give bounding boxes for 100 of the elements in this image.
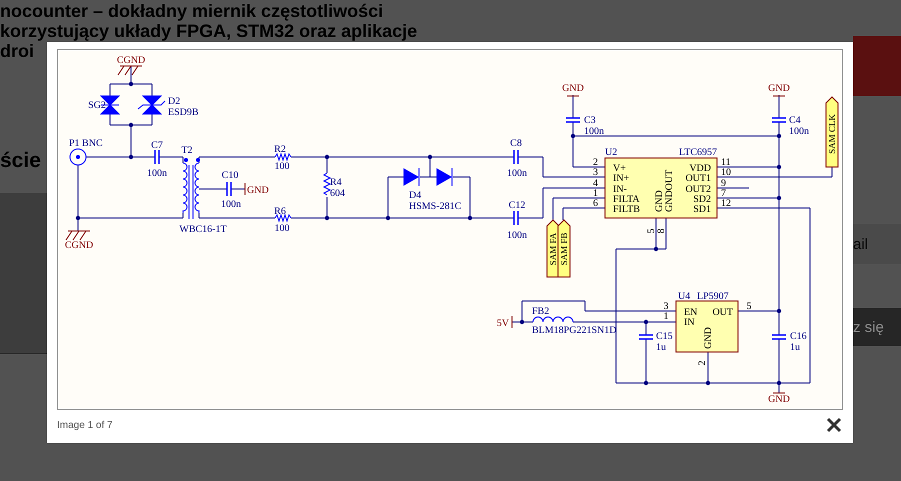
pin-number: 8 (656, 228, 667, 234)
junction-dot (570, 134, 576, 138)
pin-label: EN (684, 307, 698, 318)
power-label: GND (247, 185, 269, 196)
pin-label: IN (684, 317, 695, 328)
component-value: 100n (147, 168, 167, 179)
pin-label: SD2 (693, 194, 711, 205)
resistor-symbol (274, 152, 292, 162)
pin-number: 6 (593, 198, 598, 209)
ground-symbol (118, 66, 142, 76)
junction-dot (776, 196, 782, 200)
article-heading: droi (0, 41, 34, 61)
capacitor-symbol (513, 210, 519, 226)
component-value: 1u (656, 342, 666, 353)
capacitor-symbol (565, 117, 581, 123)
capacitor-symbol (638, 334, 654, 340)
pin-label: VDD (689, 163, 711, 174)
image-counter: Image 1 of 7 (57, 420, 113, 430)
pin-label: GND (703, 327, 714, 349)
component-label: U2 (605, 147, 618, 158)
pin-number: 5 (746, 301, 752, 312)
capacitor-symbol (771, 334, 787, 340)
wire (778, 94, 780, 118)
pin-label: IN- (613, 184, 627, 195)
ground-symbol (66, 230, 90, 240)
article-heading: korzystujący układy FPGA, STM32 oraz aplikacje (0, 21, 418, 41)
pin-number: 9 (721, 178, 726, 189)
pin-label: V+ (613, 163, 626, 174)
junction-dot (706, 380, 710, 386)
power-label: GND (768, 394, 790, 405)
pin-number: 11 (721, 157, 731, 168)
logo-block (853, 36, 901, 96)
pin-number: 4 (593, 178, 598, 189)
inductor-symbol (532, 316, 574, 322)
component-value: 604 (330, 188, 345, 199)
wire (198, 188, 228, 190)
signup-button[interactable]: z się (853, 308, 901, 346)
capacitor-symbol (513, 149, 519, 165)
junction-dot (654, 246, 658, 252)
pin-number: 2 (697, 360, 708, 366)
power-label: CGND (116, 55, 146, 66)
junction-dot (776, 164, 782, 170)
tvs-diode-symbol (138, 96, 166, 114)
component-value: 100n (507, 168, 527, 179)
close-icon[interactable] (826, 417, 842, 433)
component-label: C12 (508, 200, 526, 211)
component-label: C3 (584, 115, 596, 126)
capacitor-symbol (771, 117, 787, 123)
section-heading: ście (0, 149, 41, 173)
component-label: R4 (330, 177, 342, 188)
pin-label: SD1 (693, 204, 711, 215)
junction-dot (324, 216, 330, 220)
resistor-symbol (274, 213, 292, 223)
component-label: U4 (678, 291, 690, 302)
component-label: C4 (789, 115, 801, 126)
email-field[interactable]: ail (853, 224, 901, 264)
junction-dot (428, 154, 432, 160)
component-value: WBC16-1T (179, 224, 227, 235)
resistor-symbol (322, 172, 332, 196)
pin-label: GND (654, 190, 665, 212)
bnc-connector-symbol (70, 148, 86, 166)
junction-dot (644, 320, 648, 324)
pin-number: 3 (664, 301, 668, 312)
pin-number: 5 (646, 228, 657, 234)
pin-label: OUT (712, 307, 733, 318)
component-label: C15 (656, 331, 673, 342)
transformer-symbol (182, 158, 200, 220)
junction-dot (468, 216, 472, 220)
capacitor-symbol (154, 149, 160, 165)
wire (572, 94, 574, 118)
component-label: FB2 (532, 306, 550, 317)
component-label: P1 BNC (69, 138, 103, 149)
component-value: 100 (274, 161, 290, 172)
wire (230, 188, 246, 190)
pin-number: 3 (593, 167, 598, 178)
component-value: 100 (274, 223, 290, 234)
junction-dot (776, 134, 782, 138)
article-heading: nocounter – dokładny miernik częstotliwości (0, 1, 384, 21)
component-value: BLM18PG221SN1D (532, 325, 616, 336)
pin-number: 1 (664, 311, 668, 322)
component-value: 1u (790, 342, 800, 353)
component-value: HSMS-281C (409, 201, 462, 212)
junction-dot (128, 82, 134, 86)
component-label: C8 (510, 138, 522, 149)
component-label: C10 (222, 170, 238, 181)
component-label: R2 (274, 144, 286, 155)
component-value: LP5907 (697, 291, 729, 302)
net-label: SAM CLK (826, 96, 838, 168)
pin-label: OUT2 (685, 184, 711, 195)
power-label: GND (562, 83, 584, 94)
pin-label: FILTA (613, 194, 640, 205)
net-label: SAM FB (558, 219, 570, 278)
pin-number: 10 (721, 167, 731, 178)
junction-dot (128, 154, 134, 160)
pin-number: 2 (593, 157, 598, 168)
power-label: CGND (64, 240, 94, 251)
pin-label: FILTB (613, 204, 640, 215)
component-label: C16 (790, 331, 807, 342)
component-value: ESD9B (168, 107, 199, 118)
component-label: SG2 (88, 100, 106, 111)
